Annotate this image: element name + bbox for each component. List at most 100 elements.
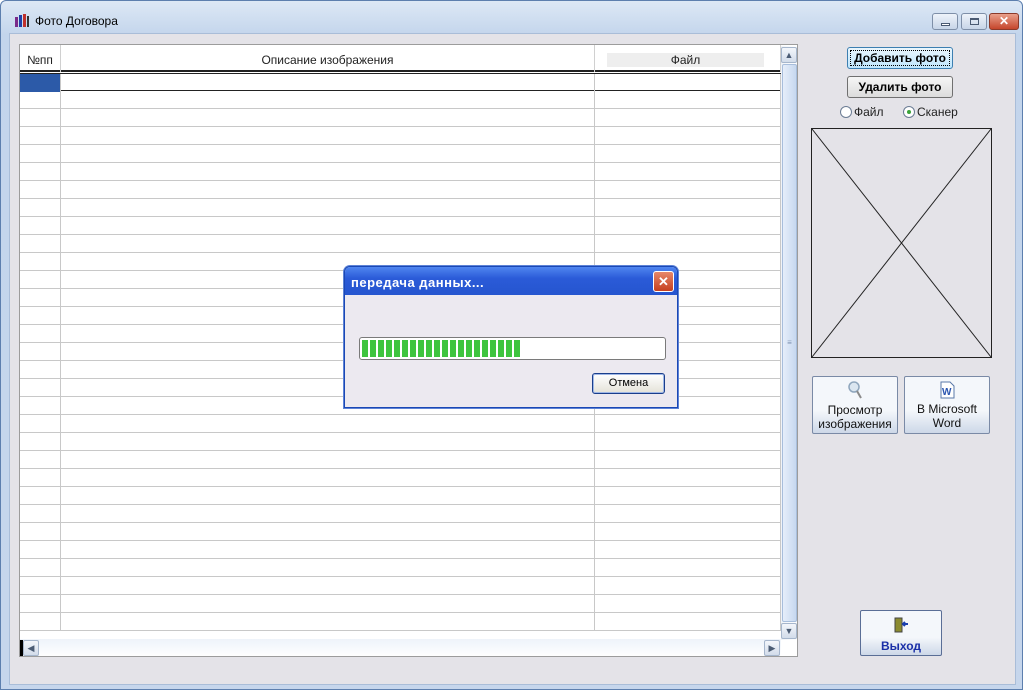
scroll-down-button[interactable]: ▼ bbox=[781, 623, 797, 639]
table-cell[interactable] bbox=[61, 91, 595, 109]
table-cell[interactable] bbox=[20, 595, 61, 613]
table-cell[interactable] bbox=[20, 253, 61, 271]
table-row[interactable] bbox=[20, 523, 781, 541]
table-cell[interactable] bbox=[61, 217, 595, 235]
table-row[interactable] bbox=[20, 541, 781, 559]
table-cell[interactable] bbox=[20, 397, 61, 415]
close-button[interactable]: ✕ bbox=[989, 13, 1019, 30]
radio-scanner[interactable]: Сканер bbox=[903, 105, 958, 119]
table-cell[interactable] bbox=[20, 469, 61, 487]
table-cell[interactable] bbox=[20, 433, 61, 451]
view-image-button[interactable]: Просмотр изображения bbox=[812, 376, 898, 434]
scroll-thumb[interactable]: ≡ bbox=[782, 64, 797, 622]
table-cell[interactable] bbox=[61, 109, 595, 127]
table-cell[interactable] bbox=[595, 181, 781, 199]
table-cell[interactable] bbox=[20, 127, 61, 145]
table-cell[interactable] bbox=[20, 199, 61, 217]
table-cell[interactable] bbox=[595, 145, 781, 163]
table-cell[interactable] bbox=[61, 181, 595, 199]
table-cell[interactable] bbox=[20, 109, 61, 127]
table-row[interactable] bbox=[20, 181, 781, 199]
table-cell[interactable] bbox=[20, 235, 61, 253]
table-cell[interactable] bbox=[595, 559, 781, 577]
table-row[interactable] bbox=[20, 217, 781, 235]
table-cell[interactable] bbox=[20, 541, 61, 559]
table-cell[interactable] bbox=[61, 127, 595, 145]
table-cell[interactable] bbox=[595, 433, 781, 451]
table-cell[interactable] bbox=[20, 307, 61, 325]
table-row[interactable] bbox=[20, 91, 781, 109]
table-cell[interactable] bbox=[595, 469, 781, 487]
table-cell[interactable] bbox=[20, 379, 61, 397]
table-row[interactable] bbox=[20, 451, 781, 469]
table-cell[interactable] bbox=[595, 487, 781, 505]
table-cell[interactable] bbox=[595, 199, 781, 217]
table-row[interactable] bbox=[20, 235, 781, 253]
table-cell[interactable] bbox=[20, 613, 61, 631]
table-cell[interactable] bbox=[20, 325, 61, 343]
maximize-button[interactable] bbox=[961, 13, 987, 30]
table-cell[interactable] bbox=[595, 505, 781, 523]
table-cell[interactable] bbox=[595, 415, 781, 433]
table-row[interactable] bbox=[20, 487, 781, 505]
table-cell[interactable] bbox=[61, 199, 595, 217]
column-header-file[interactable]: Файл bbox=[595, 45, 781, 72]
table-cell[interactable] bbox=[20, 343, 61, 361]
table-cell[interactable] bbox=[20, 145, 61, 163]
table-cell[interactable] bbox=[20, 505, 61, 523]
table-cell[interactable] bbox=[595, 127, 781, 145]
table-cell[interactable] bbox=[595, 577, 781, 595]
horizontal-scrollbar[interactable]: ◀ ▶ bbox=[20, 639, 781, 656]
table-cell[interactable] bbox=[61, 613, 595, 631]
scroll-right-button[interactable]: ▶ bbox=[764, 640, 780, 656]
table-row[interactable] bbox=[20, 505, 781, 523]
table-row[interactable] bbox=[20, 469, 781, 487]
table-cell[interactable] bbox=[595, 91, 781, 109]
table-cell[interactable] bbox=[20, 91, 61, 109]
table-row[interactable] bbox=[20, 433, 781, 451]
table-row[interactable] bbox=[20, 613, 781, 631]
table-row[interactable] bbox=[20, 127, 781, 145]
table-cell[interactable] bbox=[595, 451, 781, 469]
add-photo-button[interactable]: Добавить фото bbox=[847, 47, 953, 69]
table-cell[interactable] bbox=[61, 451, 595, 469]
table-cell[interactable] bbox=[61, 487, 595, 505]
table-cell[interactable] bbox=[20, 217, 61, 235]
table-row[interactable] bbox=[20, 145, 781, 163]
delete-photo-button[interactable]: Удалить фото bbox=[847, 76, 953, 98]
radio-scanner-circle[interactable] bbox=[903, 106, 915, 118]
table-cell[interactable] bbox=[20, 451, 61, 469]
table-cell[interactable] bbox=[61, 433, 595, 451]
scroll-left-button[interactable]: ◀ bbox=[23, 640, 39, 656]
table-row[interactable] bbox=[20, 415, 781, 433]
table-cell[interactable] bbox=[61, 559, 595, 577]
table-cell[interactable] bbox=[61, 235, 595, 253]
table-cell[interactable] bbox=[20, 163, 61, 181]
minimize-button[interactable] bbox=[932, 13, 958, 30]
table-cell[interactable] bbox=[20, 181, 61, 199]
table-cell[interactable] bbox=[61, 505, 595, 523]
table-row[interactable] bbox=[20, 109, 781, 127]
table-cell[interactable] bbox=[61, 145, 595, 163]
vertical-scrollbar[interactable]: ▲ ≡ ▼ bbox=[781, 46, 797, 640]
table-cell[interactable] bbox=[20, 271, 61, 289]
table-cell[interactable] bbox=[20, 415, 61, 433]
table-cell[interactable] bbox=[595, 613, 781, 631]
table-cell[interactable] bbox=[61, 74, 595, 92]
column-header-description[interactable]: Описание изображения bbox=[61, 45, 595, 72]
table-cell[interactable] bbox=[20, 361, 61, 379]
radio-file-circle[interactable] bbox=[840, 106, 852, 118]
table-cell[interactable] bbox=[20, 487, 61, 505]
table-cell[interactable] bbox=[61, 577, 595, 595]
table-cell[interactable] bbox=[595, 523, 781, 541]
table-cell[interactable] bbox=[20, 523, 61, 541]
table-cell[interactable] bbox=[20, 74, 61, 92]
export-word-button[interactable]: W В Microsoft Word bbox=[904, 376, 990, 434]
table-row[interactable] bbox=[20, 577, 781, 595]
table-cell[interactable] bbox=[61, 163, 595, 181]
cancel-button[interactable]: Отмена bbox=[592, 373, 665, 394]
table-cell[interactable] bbox=[595, 235, 781, 253]
table-row[interactable] bbox=[20, 163, 781, 181]
table-cell[interactable] bbox=[595, 541, 781, 559]
radio-file[interactable]: Файл bbox=[840, 105, 884, 119]
